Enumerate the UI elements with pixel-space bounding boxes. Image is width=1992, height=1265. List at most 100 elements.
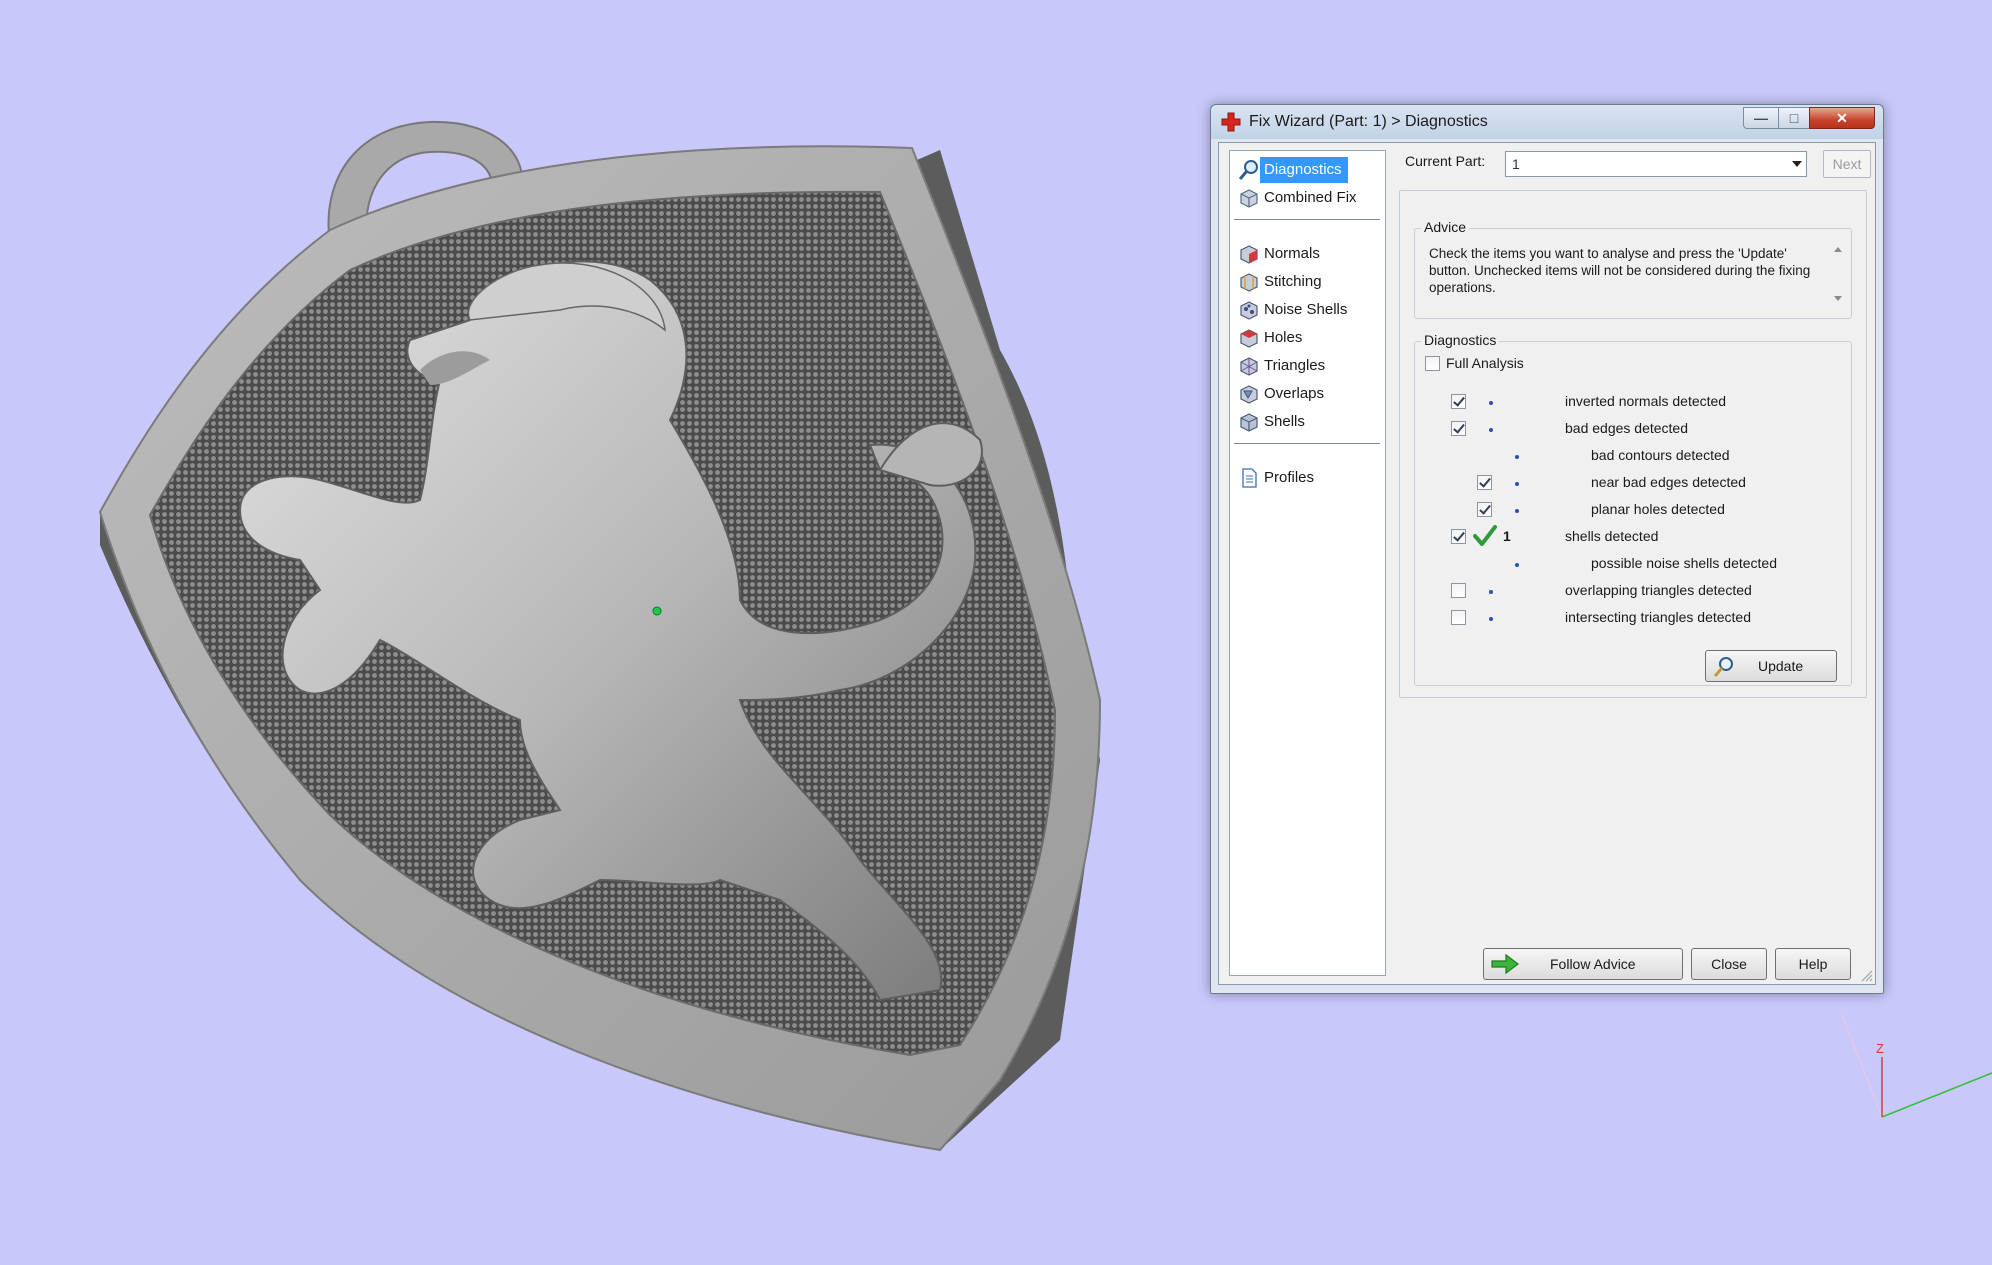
inverted-normals-checkbox[interactable] <box>1451 394 1466 409</box>
nav-divider <box>1234 443 1380 444</box>
nav-item-label: Overlaps <box>1264 385 1325 402</box>
z-axis-label: Z <box>1876 1041 1884 1056</box>
inverted-normals-label: inverted normals detected <box>1565 393 1727 409</box>
nav-item-noise-shells[interactable]: Noise Shells <box>1234 297 1380 323</box>
close-button[interactable]: Close <box>1691 948 1767 980</box>
resize-grip-icon[interactable] <box>1859 968 1873 982</box>
minimize-button[interactable]: — <box>1743 107 1779 129</box>
x-axis-line <box>1841 1014 1883 1118</box>
status-dot <box>1515 482 1519 486</box>
update-label: Update <box>1758 658 1804 674</box>
close-icon: ✕ <box>1836 110 1848 126</box>
diagnostics-page: Advice Check the items you want to analy… <box>1399 190 1867 698</box>
document-icon <box>1242 468 1257 488</box>
advice-legend: Advice <box>1421 219 1470 235</box>
nav-item-label: Stitching <box>1264 273 1322 290</box>
wizard-nav-panel: Diagnostics Combined Fix Normals Stitchi… <box>1229 150 1386 976</box>
current-part-label: Current Part: <box>1405 153 1486 169</box>
nav-item-label: Diagnostics <box>1260 157 1348 183</box>
planar-holes-checkbox[interactable] <box>1477 502 1492 517</box>
scroll-down-icon[interactable] <box>1834 296 1842 301</box>
next-button[interactable]: Next <box>1823 150 1871 178</box>
status-dot <box>1489 590 1493 594</box>
follow-advice-button[interactable]: Follow Advice <box>1483 948 1683 980</box>
nav-item-stitching[interactable]: Stitching <box>1234 269 1380 295</box>
nav-item-label: Profiles <box>1264 469 1315 486</box>
shells-cube-icon <box>1240 413 1258 432</box>
chevron-down-icon <box>1792 161 1802 167</box>
overlapping-triangles-checkbox[interactable] <box>1451 583 1466 598</box>
nav-item-profiles[interactable]: Profiles <box>1234 465 1380 491</box>
status-dot <box>1489 428 1493 432</box>
current-part-select[interactable]: 1 <box>1505 151 1807 177</box>
overlaps-cube-icon <box>1240 385 1258 404</box>
nav-item-normals[interactable]: Normals <box>1234 241 1380 267</box>
nav-item-label: Noise Shells <box>1264 301 1348 318</box>
help-button[interactable]: Help <box>1775 948 1851 980</box>
close-window-button[interactable]: ✕ <box>1809 107 1875 129</box>
full-analysis-checkbox[interactable] <box>1425 356 1440 371</box>
shells-label: shells detected <box>1565 528 1659 544</box>
planar-holes-label: planar holes detected <box>1591 501 1725 517</box>
stitching-cube-icon <box>1240 273 1258 292</box>
nav-item-overlaps[interactable]: Overlaps <box>1234 381 1380 407</box>
arrow-right-icon <box>1491 953 1519 975</box>
ok-check-icon <box>1473 525 1497 546</box>
status-dot <box>1515 455 1519 459</box>
nav-item-label: Holes <box>1264 329 1303 346</box>
fix-wizard-window[interactable]: Fix Wizard (Part: 1) > Diagnostics — □ ✕… <box>1210 104 1884 994</box>
minimize-icon: — <box>1754 110 1768 126</box>
advice-group: Advice Check the items you want to analy… <box>1414 219 1852 319</box>
advice-scrollbar[interactable] <box>1829 243 1845 305</box>
current-part-value: 1 <box>1512 156 1520 172</box>
overlapping-triangles-label: overlapping triangles detected <box>1565 582 1752 598</box>
red-cross-icon <box>1221 112 1241 132</box>
maximize-icon: □ <box>1789 110 1799 126</box>
status-dot <box>1489 401 1493 405</box>
status-dot <box>1489 617 1493 621</box>
diagnostics-group: Diagnostics Full Analysis inverted norma… <box>1414 332 1852 686</box>
update-button[interactable]: Update <box>1705 650 1837 682</box>
maximize-button[interactable]: □ <box>1778 107 1810 129</box>
shells-count: 1 <box>1503 528 1511 544</box>
follow-advice-label: Follow Advice <box>1550 956 1636 972</box>
y-axis-line <box>1881 1072 1992 1118</box>
nav-item-label: Shells <box>1264 413 1305 430</box>
nav-item-label: Triangles <box>1264 357 1326 374</box>
status-dot <box>1515 509 1519 513</box>
nav-item-diagnostics[interactable]: Diagnostics <box>1234 157 1380 183</box>
nav-divider <box>1234 219 1380 220</box>
bad-edges-checkbox[interactable] <box>1451 421 1466 436</box>
near-bad-edges-label: near bad edges detected <box>1591 474 1746 490</box>
cube-icon <box>1240 189 1258 208</box>
selection-point <box>652 606 662 616</box>
window-title: Fix Wizard (Part: 1) > Diagnostics <box>1249 113 1488 130</box>
magnifier-icon <box>1238 160 1258 180</box>
intersecting-triangles-checkbox[interactable] <box>1451 610 1466 625</box>
bad-edges-label: bad edges detected <box>1565 420 1688 436</box>
nav-item-shells[interactable]: Shells <box>1234 409 1380 435</box>
axis-triad: Z <box>1841 1014 1992 1118</box>
intersecting-triangles-label: intersecting triangles detected <box>1565 609 1751 625</box>
full-analysis-label: Full Analysis <box>1446 355 1524 371</box>
normals-cube-icon <box>1240 245 1258 264</box>
title-bar[interactable]: Fix Wizard (Part: 1) > Diagnostics — □ ✕ <box>1211 105 1883 139</box>
holes-cube-icon <box>1240 329 1258 348</box>
diagnostics-legend: Diagnostics <box>1421 332 1500 348</box>
nav-item-triangles[interactable]: Triangles <box>1234 353 1380 379</box>
noise-shells-label: possible noise shells detected <box>1591 555 1778 571</box>
window-client-area: Diagnostics Combined Fix Normals Stitchi… <box>1218 142 1876 985</box>
scroll-up-icon[interactable] <box>1834 247 1842 252</box>
nav-item-label: Normals <box>1264 245 1320 262</box>
noise-shells-icon <box>1240 301 1258 320</box>
shells-checkbox[interactable] <box>1451 529 1466 544</box>
status-dot <box>1515 563 1519 567</box>
nav-item-holes[interactable]: Holes <box>1234 325 1380 351</box>
near-bad-edges-checkbox[interactable] <box>1477 475 1492 490</box>
bad-contours-label: bad contours detected <box>1591 447 1730 463</box>
advice-text: Check the items you want to analyse and … <box>1429 246 1811 295</box>
nav-item-label: Combined Fix <box>1264 189 1357 206</box>
magnifier-icon <box>1713 657 1733 677</box>
nav-item-combined-fix[interactable]: Combined Fix <box>1234 185 1380 211</box>
triangles-cube-icon <box>1240 357 1258 376</box>
